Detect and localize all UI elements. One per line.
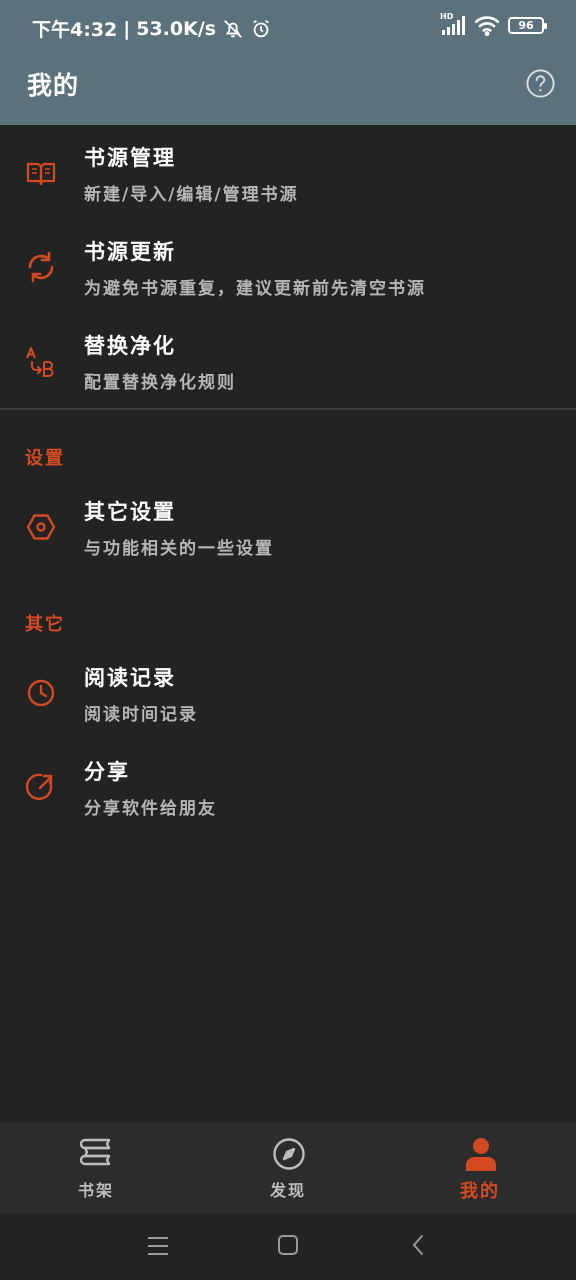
menu-item-title: 阅读记录: [84, 666, 176, 690]
mute-icon: [224, 19, 242, 38]
hexagon-settings-icon: [26, 514, 56, 540]
section-header-settings: 设置: [25, 448, 65, 469]
menu-item-title: 替换净化: [84, 334, 176, 358]
signal-indicator: HD: [440, 12, 466, 36]
menu-item-title: 书源更新: [84, 240, 176, 264]
share-icon: [25, 773, 53, 800]
status-time: 下午4:32: [32, 19, 118, 41]
divider: [0, 408, 576, 410]
alarm-icon: [253, 19, 269, 37]
menu-icon[interactable]: [146, 1235, 170, 1257]
menu-item-share[interactable]: 分享 分享软件给朋友: [0, 742, 576, 834]
nav-label: 发现: [269, 1181, 306, 1200]
menu-item-title: 分享: [84, 760, 130, 784]
status-separator: |: [123, 17, 131, 40]
nav-tab-discover[interactable]: 发现: [192, 1123, 384, 1213]
menu-item-title: 书源管理: [84, 146, 176, 170]
sync-icon: [28, 251, 54, 283]
menu-item-book-source-update[interactable]: 书源更新 为避免书源重复，建议更新前先清空书源: [0, 222, 576, 314]
wifi-icon: [474, 16, 500, 36]
compass-icon: [273, 1138, 305, 1170]
network-speed: 53.0K/s: [136, 17, 217, 40]
menu-item-subtitle: 阅读时间记录: [84, 705, 198, 725]
system-nav-bar: [0, 1213, 576, 1280]
menu-item-book-source-manage[interactable]: 书源管理 新建/导入/编辑/管理书源: [0, 128, 576, 220]
menu-item-subtitle: 新建/导入/编辑/管理书源: [84, 185, 299, 205]
status-right: HD 96: [440, 12, 547, 36]
page-title: 我的: [27, 71, 80, 100]
menu-item-other-settings[interactable]: 其它设置 与功能相关的一些设置: [0, 482, 576, 574]
menu-item-title: 其它设置: [84, 500, 176, 524]
bookshelf-icon: [80, 1138, 111, 1166]
menu-item-subtitle: 配置替换净化规则: [84, 373, 236, 393]
section-header-other: 其它: [25, 614, 65, 635]
status-left: 下午4:32 | 53.0K/s: [32, 15, 272, 42]
nav-tab-bookshelf[interactable]: 书架: [0, 1123, 192, 1213]
header: 下午4:32 | 53.0K/s HD 96 我的: [0, 0, 576, 125]
battery-icon: 96: [508, 16, 547, 34]
nav-tab-mine[interactable]: 我的: [384, 1123, 576, 1213]
menu-item-subtitle: 与功能相关的一些设置: [84, 539, 274, 559]
book-open-icon: [26, 162, 56, 186]
menu-item-subtitle: 分享软件给朋友: [84, 799, 217, 819]
signal-icon: [442, 16, 465, 35]
home-icon[interactable]: [277, 1234, 299, 1256]
menu-item-subtitle: 为避免书源重复，建议更新前先清空书源: [84, 279, 426, 299]
question-circle-icon[interactable]: [525, 68, 556, 99]
clock-icon: [27, 679, 55, 707]
menu-item-replace-purify[interactable]: 替换净化 配置替换净化规则: [0, 316, 576, 408]
back-icon[interactable]: [410, 1233, 426, 1257]
bottom-navigation: 书架 发现 我的: [0, 1123, 576, 1213]
person-icon: [466, 1138, 496, 1171]
nav-label: 我的: [460, 1181, 500, 1202]
nav-label: 书架: [77, 1181, 114, 1200]
status-bar: 下午4:32 | 53.0K/s HD 96: [0, 0, 576, 54]
replace-ab-icon: [26, 347, 54, 377]
menu-item-reading-history[interactable]: 阅读记录 阅读时间记录: [0, 648, 576, 740]
battery-level: 96: [518, 18, 534, 32]
